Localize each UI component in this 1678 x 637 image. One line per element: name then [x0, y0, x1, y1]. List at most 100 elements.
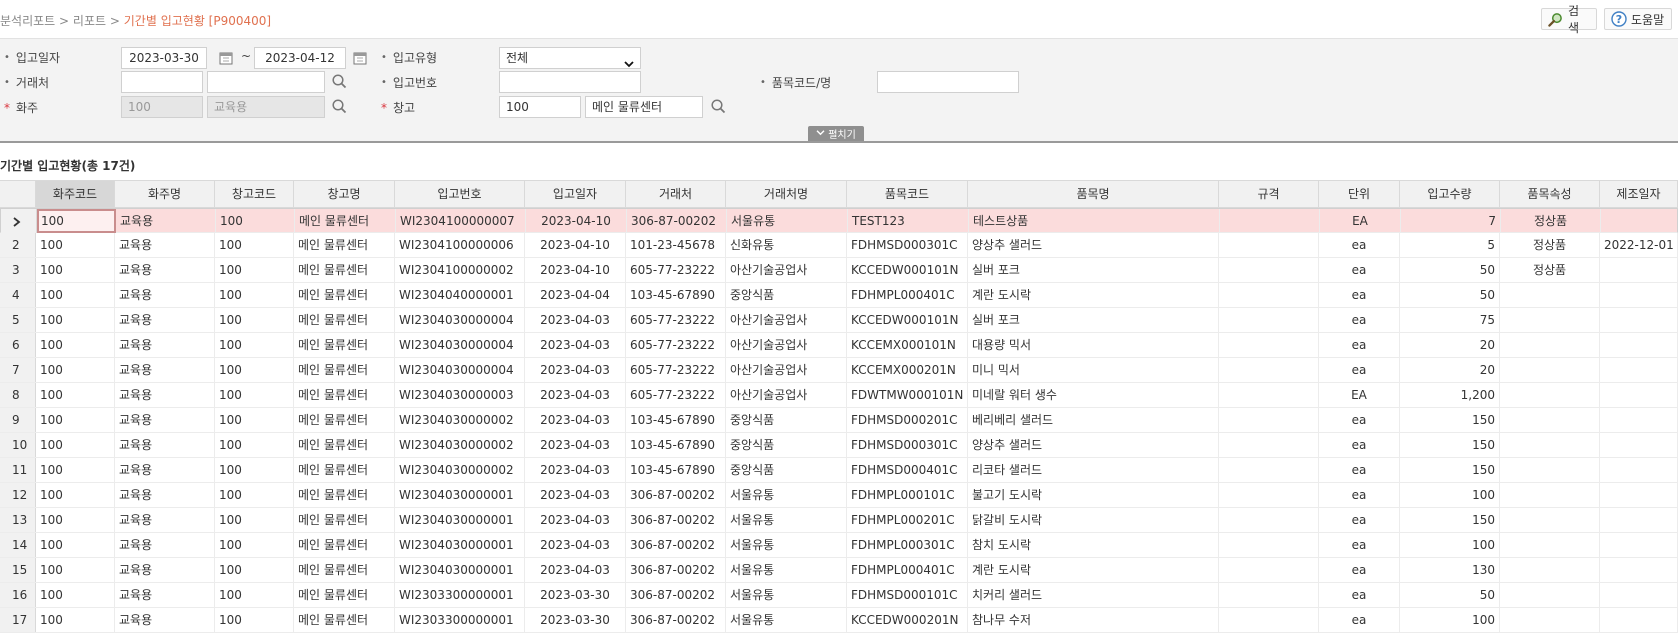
cell-in-no[interactable]: WI2304030000001: [395, 533, 525, 557]
cell-unit[interactable]: ea: [1319, 308, 1400, 332]
table-row[interactable]: 10 100 교육용 100 메인 물류센터 WI2304030000002 2023-04…: [0, 433, 1678, 458]
cell-unit[interactable]: ea: [1319, 283, 1400, 307]
cell-in-no[interactable]: WI2304030000002: [395, 408, 525, 432]
cell-unit[interactable]: ea: [1319, 433, 1400, 457]
row-number[interactable]: 3: [0, 258, 36, 282]
cell-in-date[interactable]: 2023-04-04: [525, 283, 626, 307]
column-header[interactable]: 제조일자: [1600, 181, 1678, 207]
cell-qty[interactable]: 150: [1400, 433, 1500, 457]
cell-unit[interactable]: ea: [1319, 508, 1400, 532]
column-header[interactable]: 입고일자: [525, 181, 626, 207]
cell-owner-code[interactable]: 100: [36, 608, 115, 632]
row-number[interactable]: 5: [0, 308, 36, 332]
cell-owner-name[interactable]: 교육용: [115, 458, 215, 482]
cell-attr[interactable]: [1500, 508, 1600, 532]
cell-partner[interactable]: 605-77-23222: [626, 308, 726, 332]
cell-item-name[interactable]: 치커리 샐러드: [968, 583, 1219, 607]
cell-attr[interactable]: [1500, 333, 1600, 357]
table-row[interactable]: 2 100 교육용 100 메인 물류센터 WI2304100000006 2023-04-…: [0, 233, 1678, 258]
cell-wh-name[interactable]: 메인 물류센터: [294, 533, 395, 557]
cell-wh-code[interactable]: 100: [215, 508, 294, 532]
cell-item-code[interactable]: KCCEDW000201N: [847, 608, 968, 632]
cell-owner-name[interactable]: 교육용: [115, 583, 215, 607]
cell-qty[interactable]: 20: [1400, 333, 1500, 357]
cell-qty[interactable]: 1,200: [1400, 383, 1500, 407]
warehouse-lookup-icon[interactable]: [710, 98, 726, 114]
cell-in-no[interactable]: WI2304030000002: [395, 458, 525, 482]
cell-attr[interactable]: [1500, 483, 1600, 507]
cell-item-code[interactable]: FDHMSD000301C: [847, 233, 968, 257]
cell-partner-name[interactable]: 아산기술공업사: [726, 383, 847, 407]
cell-wh-code[interactable]: 100: [215, 308, 294, 332]
cell-unit[interactable]: ea: [1319, 258, 1400, 282]
date-to-input[interactable]: 2023-04-12: [254, 47, 346, 69]
table-row[interactable]: 16 100 교육용 100 메인 물류센터 WI2303300000001 2023-03…: [0, 583, 1678, 608]
cell-spec[interactable]: [1219, 558, 1319, 582]
cell-partner[interactable]: 306-87-00202: [626, 608, 726, 632]
cell-wh-code[interactable]: 100: [215, 233, 294, 257]
cell-partner[interactable]: 306-87-00202: [626, 508, 726, 532]
cell-in-no[interactable]: WI2303300000001: [395, 608, 525, 632]
cell-item-name[interactable]: 베리베리 샐러드: [968, 408, 1219, 432]
cell-partner-name[interactable]: 서울유통: [726, 533, 847, 557]
cell-partner-name[interactable]: 신화유통: [726, 233, 847, 257]
cell-wh-code[interactable]: 100: [215, 583, 294, 607]
column-header[interactable]: 품목코드: [847, 181, 968, 207]
cell-unit[interactable]: ea: [1319, 608, 1400, 632]
cell-item-name[interactable]: 참치 도시락: [968, 533, 1219, 557]
partner-name-input[interactable]: [207, 71, 325, 93]
cell-owner-code[interactable]: 100: [36, 508, 115, 532]
cell-attr[interactable]: 정상품: [1500, 258, 1600, 282]
cell-in-date[interactable]: 2023-04-03: [525, 358, 626, 382]
cell-partner-name[interactable]: 중앙식품: [726, 408, 847, 432]
partner-code-input[interactable]: [121, 71, 203, 93]
table-row[interactable]: 12 100 교육용 100 메인 물류센터 WI2304030000001 2023-04…: [0, 483, 1678, 508]
cell-mfg-date[interactable]: [1600, 333, 1678, 357]
table-row[interactable]: 3 100 교육용 100 메인 물류센터 WI2304100000002 2023-04-…: [0, 258, 1678, 283]
row-number[interactable]: 4: [0, 283, 36, 307]
cell-wh-code[interactable]: 100: [215, 283, 294, 307]
cell-qty[interactable]: 100: [1400, 483, 1500, 507]
cell-wh-name[interactable]: 메인 물류센터: [294, 608, 395, 632]
cell-partner-name[interactable]: 중앙식품: [726, 283, 847, 307]
row-number[interactable]: 8: [0, 383, 36, 407]
cell-unit[interactable]: ea: [1319, 483, 1400, 507]
cell-item-code[interactable]: FDHMSD000301C: [847, 433, 968, 457]
cell-wh-code[interactable]: 100: [215, 458, 294, 482]
column-header[interactable]: 규격: [1219, 181, 1319, 207]
cell-unit[interactable]: ea: [1319, 333, 1400, 357]
column-header[interactable]: 입고수량: [1400, 181, 1500, 207]
cell-mfg-date[interactable]: [1600, 258, 1678, 282]
cell-item-code[interactable]: KCCEDW000101N: [847, 308, 968, 332]
column-header[interactable]: 화주명: [115, 181, 215, 207]
cell-attr[interactable]: [1500, 308, 1600, 332]
cell-in-date[interactable]: 2023-04-03: [525, 383, 626, 407]
cell-owner-code[interactable]: 100: [37, 209, 116, 233]
column-header[interactable]: 거래처: [626, 181, 726, 207]
cell-owner-name[interactable]: 교육용: [115, 358, 215, 382]
cell-owner-code[interactable]: 100: [36, 308, 115, 332]
cell-item-code[interactable]: FDHMPL000101C: [847, 483, 968, 507]
cell-item-name[interactable]: 계란 도시락: [968, 283, 1219, 307]
cell-spec[interactable]: [1219, 358, 1319, 382]
column-header[interactable]: 입고번호: [395, 181, 525, 207]
cell-partner[interactable]: 306-87-00202: [626, 583, 726, 607]
cell-item-code[interactable]: FDHMSD000101C: [847, 583, 968, 607]
row-number[interactable]: 9: [0, 408, 36, 432]
table-row[interactable]: 9 100 교육용 100 메인 물류센터 WI2304030000002 2023-04-…: [0, 408, 1678, 433]
table-row[interactable]: 7 100 교육용 100 메인 물류센터 WI2304030000004 2023-04-…: [0, 358, 1678, 383]
cell-in-no[interactable]: WI2304100000002: [395, 258, 525, 282]
cell-partner[interactable]: 101-23-45678: [626, 233, 726, 257]
cell-mfg-date[interactable]: [1600, 583, 1678, 607]
cell-wh-code[interactable]: 100: [215, 533, 294, 557]
cell-owner-code[interactable]: 100: [36, 583, 115, 607]
cell-wh-name[interactable]: 메인 물류센터: [294, 558, 395, 582]
cell-partner[interactable]: 306-87-00202: [626, 533, 726, 557]
cell-wh-name[interactable]: 메인 물류센터: [294, 583, 395, 607]
cell-in-date[interactable]: 2023-03-30: [525, 583, 626, 607]
cell-owner-code[interactable]: 100: [36, 483, 115, 507]
warehouse-name-input[interactable]: 메인 물류센터: [585, 96, 703, 118]
cell-owner-name[interactable]: 교육용: [115, 533, 215, 557]
cell-item-code[interactable]: FDHMPL000401C: [847, 283, 968, 307]
cell-attr[interactable]: [1500, 608, 1600, 632]
